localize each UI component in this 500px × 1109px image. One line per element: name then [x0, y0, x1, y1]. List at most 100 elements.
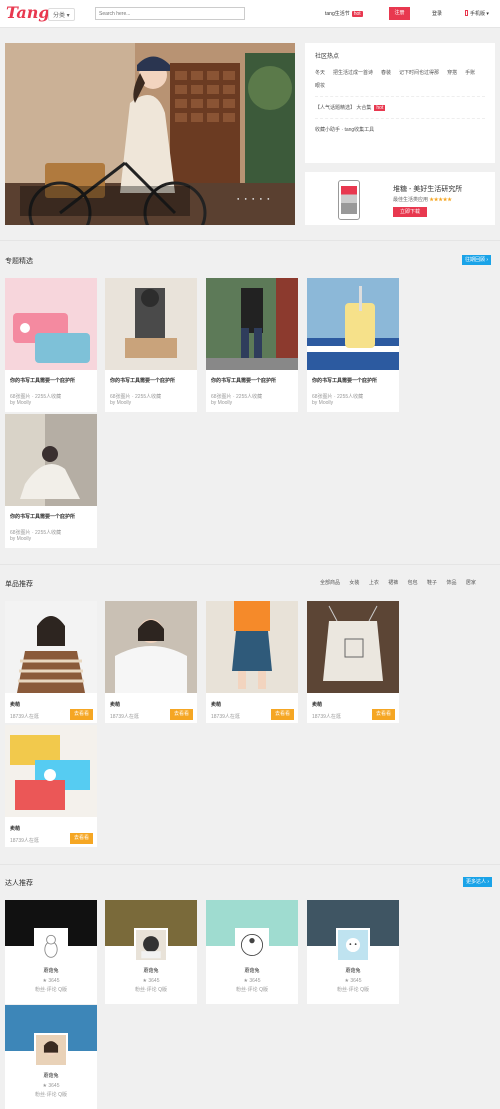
product-image [307, 601, 399, 693]
expert-name: 蘑菇兔 [43, 1073, 59, 1079]
product-card[interactable]: 卖萌 18739人在逛 去看看 [5, 601, 97, 723]
product-wants: 18739人在逛 [110, 714, 139, 720]
app-subtitle-label: 最佳生活类应用 [393, 197, 429, 203]
sort-tab[interactable]: 女装 [349, 580, 359, 586]
card-meta: 68张图片 · 2255人收藏 [10, 530, 62, 536]
product-image [206, 601, 298, 693]
product-name: 卖萌 [211, 702, 222, 708]
sort-tab[interactable]: 裙裤 [388, 580, 398, 586]
view-button[interactable]: 去看看 [70, 833, 93, 844]
product-wants: 18739人在逛 [10, 714, 39, 720]
card-author: by Moolly [211, 400, 233, 406]
expert-stat: ★ 3645 [42, 978, 60, 984]
hot-link[interactable]: 穿搭 [447, 69, 457, 76]
view-button[interactable]: 去看看 [372, 709, 395, 720]
sort-tab[interactable]: 居家 [466, 580, 476, 586]
sort-tab[interactable]: 包包 [408, 580, 418, 586]
more-experts-button[interactable]: 更多达人 › [463, 877, 493, 887]
product-card[interactable]: 卖萌 18739人在逛 去看看 [5, 725, 97, 847]
card-author: by Moolly [10, 536, 32, 542]
card-author: by Moolly [10, 400, 32, 406]
card-meta: 68张图片 · 2255人收藏 [10, 394, 62, 400]
expert-tags: 粉丝·评论 Q版 [135, 987, 167, 993]
category-dropdown[interactable]: 分类 ▾ [48, 8, 75, 21]
featured-card[interactable]: 你的书写工具需要一个庇护所 68张图片 · 2255人收藏 by Moolly [206, 278, 298, 412]
section-divider [0, 864, 500, 865]
topic-link[interactable]: tang生活节 hot [325, 10, 363, 17]
sort-tab[interactable]: 饰品 [446, 580, 456, 586]
hot-badge: hot [374, 105, 386, 111]
promo-label: 【人气话题精选】 大合集 [315, 105, 372, 111]
expert-card[interactable]: 蘑菇兔 ★ 3645 粉丝·评论 Q版 [5, 1005, 97, 1109]
featured-card[interactable]: 你的书写工具需要一个庇护所 68张图片 · 2255人收藏 by Moolly [307, 278, 399, 412]
hot-link[interactable]: 冬天 [315, 69, 325, 76]
panel-title: 社区热点 [315, 54, 340, 60]
sort-tab[interactable]: 全部商品 [320, 580, 340, 586]
sort-tab[interactable]: 鞋子 [427, 580, 437, 586]
product-card[interactable]: 卖萌 18739人在逛 去看看 [206, 601, 298, 723]
expert-avatar [34, 928, 68, 962]
hot-link[interactable]: 眼妆 [315, 82, 325, 89]
featured-title: 专题精选 [5, 258, 33, 265]
expert-avatar [134, 928, 168, 962]
view-button[interactable]: 去看看 [70, 709, 93, 720]
product-wants: 18739人在逛 [312, 714, 341, 720]
topic-label: tang生活节 [325, 11, 350, 17]
site-logo[interactable]: Tang [6, 3, 50, 22]
card-image [5, 278, 97, 370]
products-title: 单品推荐 [5, 581, 33, 588]
card-title: 你的书写工具需要一个庇护所 [110, 378, 176, 384]
mobile-label: 手机版 ▾ [470, 11, 489, 17]
expert-avatar [336, 928, 370, 962]
card-meta: 68张图片 · 2255人收藏 [312, 394, 364, 400]
product-card[interactable]: 卖萌 18739人在逛 去看看 [307, 601, 399, 723]
register-button[interactable]: 注册 [389, 7, 410, 20]
view-button[interactable]: 去看看 [170, 709, 193, 720]
expert-card[interactable]: 蘑菇兔 ★ 3645 粉丝·评论 Q版 [105, 900, 197, 1004]
expert-stat: ★ 3645 [243, 978, 261, 984]
expert-card[interactable]: 蘑菇兔 ★ 3645 粉丝·评论 Q版 [206, 900, 298, 1004]
app-title: 堆糖 - 美好生活研究所 [393, 186, 463, 193]
product-image [105, 601, 197, 693]
expert-card[interactable]: 蘑菇兔 ★ 3645 粉丝·评论 Q版 [307, 900, 399, 1004]
search-input[interactable] [95, 7, 245, 20]
community-hot-panel: 社区热点 冬天 把生活过成一首诗 春装 记下时间也过得那 穿搭 手账 眼妆 【人… [305, 43, 495, 163]
expert-tags: 粉丝·评论 Q版 [35, 987, 67, 993]
hot-link[interactable]: 春装 [381, 69, 391, 76]
product-name: 卖萌 [10, 702, 21, 708]
featured-card[interactable]: 你的书写工具需要一个庇护所 68张图片 · 2255人收藏 by Moolly [5, 414, 97, 548]
featured-card[interactable]: 你的书写工具需要一个庇护所 68张图片 · 2255人收藏 by Moolly [5, 278, 97, 412]
expert-tags: 粉丝·评论 Q版 [337, 987, 369, 993]
divider [315, 118, 485, 119]
hot-link[interactable]: 把生活过成一首诗 [333, 69, 373, 76]
expert-name: 蘑菇兔 [244, 968, 260, 974]
carousel-dots[interactable]: ● ● ● ● ● [237, 196, 272, 201]
hot-link[interactable]: 记下时间也过得那 [399, 69, 439, 76]
expert-card[interactable]: 蘑菇兔 ★ 3645 粉丝·评论 Q版 [5, 900, 97, 1004]
hero-banner[interactable]: ● ● ● ● ● [5, 43, 295, 225]
past-issues-button[interactable]: 往期回顾 › [462, 255, 492, 265]
promo-link[interactable]: 【人气话题精选】 大合集 hot [315, 104, 485, 111]
product-wants: 18739人在逛 [10, 838, 39, 844]
login-link[interactable]: 登录 [432, 10, 442, 17]
mobile-link[interactable]: 手机版 ▾ [465, 10, 489, 17]
sort-tab[interactable]: 上衣 [369, 580, 379, 586]
card-author: by Moolly [312, 400, 334, 406]
card-image [5, 414, 97, 506]
product-sort-tabs: 全部商品 女装 上衣 裙裤 包包 鞋子 饰品 居家 [320, 579, 484, 586]
card-meta: 68张图片 · 2255人收藏 [110, 394, 162, 400]
product-name: 卖萌 [10, 826, 21, 832]
product-image [5, 601, 97, 693]
product-card[interactable]: 卖萌 18739人在逛 去看看 [105, 601, 197, 723]
app-promo: 堆糖 - 美好生活研究所 最佳生活类应用 ★★★★★ 立即下载 [305, 172, 495, 225]
expert-name: 蘑菇兔 [345, 968, 361, 974]
download-button[interactable]: 立即下载 [393, 207, 427, 217]
expert-stat: ★ 3645 [142, 978, 160, 984]
hot-link[interactable]: 手账 [465, 69, 475, 76]
tools-link[interactable]: 收藏小助手 · tang收集工具 [315, 126, 485, 133]
card-image [105, 278, 197, 370]
featured-card[interactable]: 你的书写工具需要一个庇护所 68张图片 · 2255人收藏 by Moolly [105, 278, 197, 412]
section-divider [0, 240, 500, 241]
view-button[interactable]: 去看看 [271, 709, 294, 720]
section-divider [0, 564, 500, 565]
